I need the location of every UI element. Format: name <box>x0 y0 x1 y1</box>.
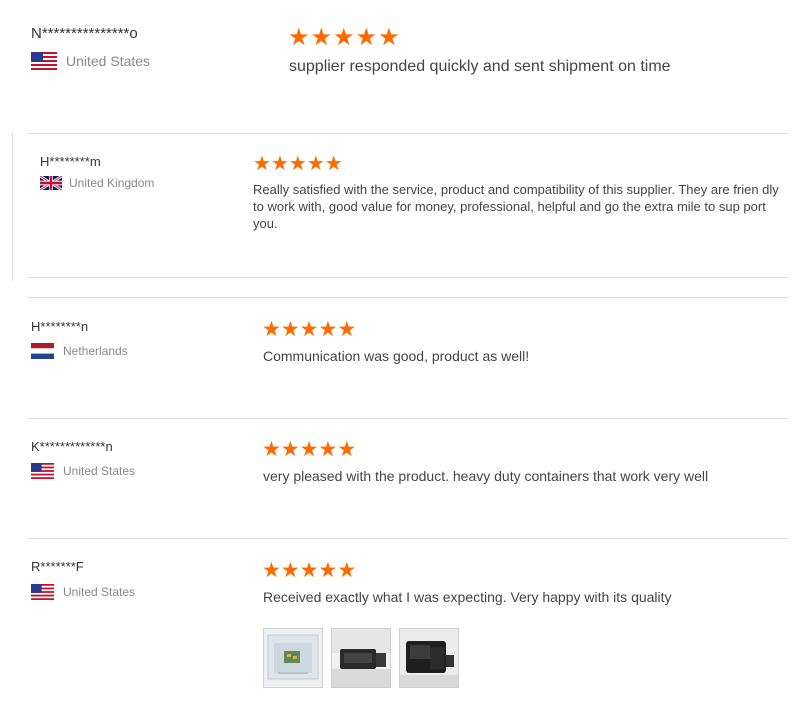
star-icon: ★ <box>288 153 307 175</box>
photo-image <box>400 629 458 687</box>
star-icon: ★ <box>270 153 289 175</box>
star-icon: ★ <box>333 24 355 51</box>
review-comment: supplier responded quickly and sent ship… <box>289 58 671 75</box>
country-label: United States <box>63 585 136 599</box>
country-label: Netherlands <box>63 344 128 358</box>
star-icon: ★ <box>280 438 300 461</box>
star-icon: ★ <box>288 24 310 51</box>
rating-stars: ★ ★ ★ ★ ★ <box>262 439 356 460</box>
rating-stars: ★ ★ ★ ★ ★ <box>288 26 400 50</box>
star-icon: ★ <box>337 438 357 461</box>
us-flag-icon <box>31 52 57 70</box>
us-flag-icon <box>31 463 54 479</box>
divider <box>28 297 788 298</box>
review-photo-thumbnail[interactable] <box>399 628 459 688</box>
uk-flag-icon <box>40 176 62 190</box>
nl-flag-icon <box>31 343 54 359</box>
star-icon: ★ <box>378 24 400 51</box>
reviewer-name: H********n <box>31 319 89 334</box>
divider <box>12 133 13 281</box>
star-icon: ★ <box>337 318 357 341</box>
reviewer-country: United States <box>31 463 135 479</box>
reviewer-name: R*******F <box>31 559 84 574</box>
reviewer-country: United States <box>31 584 135 600</box>
star-icon: ★ <box>262 438 281 461</box>
review-photo-thumbnail[interactable] <box>331 628 391 688</box>
review-comment: Really satisfied with the service, produ… <box>253 182 779 231</box>
rating-stars: ★ ★ ★ ★ ★ <box>262 560 356 581</box>
review-comment: very pleased with the product. heavy dut… <box>263 468 709 484</box>
star-icon: ★ <box>318 559 338 582</box>
reviewer-country: United States <box>31 52 150 70</box>
divider <box>28 538 788 539</box>
star-icon: ★ <box>262 318 281 341</box>
reviewer-name: H********m <box>40 154 101 169</box>
star-icon: ★ <box>280 559 300 582</box>
country-label: United States <box>63 464 136 478</box>
divider <box>28 133 788 134</box>
photo-image <box>264 629 322 687</box>
review-photo-thumbnail[interactable] <box>263 628 323 688</box>
photo-image <box>332 629 390 687</box>
star-icon: ★ <box>310 24 333 51</box>
review-comment: Received exactly what I was expecting. V… <box>263 589 672 605</box>
star-icon: ★ <box>299 559 319 582</box>
review-comment: Communication was good, product as well! <box>263 348 530 364</box>
star-icon: ★ <box>318 438 338 461</box>
country-label: United States <box>66 53 151 69</box>
reviewer-name: N***************o <box>31 25 138 42</box>
reviewer-country: United Kingdom <box>40 176 154 190</box>
rating-stars: ★ ★ ★ ★ ★ <box>262 319 356 340</box>
star-icon: ★ <box>324 153 343 175</box>
divider <box>28 418 788 419</box>
star-icon: ★ <box>306 153 325 175</box>
star-icon: ★ <box>299 318 319 341</box>
rating-stars: ★ ★ ★ ★ ★ <box>253 154 343 174</box>
star-icon: ★ <box>280 318 300 341</box>
reviewer-name: K*************n <box>31 439 113 454</box>
star-icon: ★ <box>318 318 338 341</box>
star-icon: ★ <box>355 24 378 51</box>
reviewer-country: Netherlands <box>31 343 128 359</box>
review-photos <box>263 628 459 688</box>
star-icon: ★ <box>299 438 319 461</box>
star-icon: ★ <box>262 559 281 582</box>
us-flag-icon <box>31 584 54 600</box>
star-icon: ★ <box>253 153 271 175</box>
divider <box>28 277 788 278</box>
country-label: United Kingdom <box>69 176 155 190</box>
star-icon: ★ <box>337 559 357 582</box>
